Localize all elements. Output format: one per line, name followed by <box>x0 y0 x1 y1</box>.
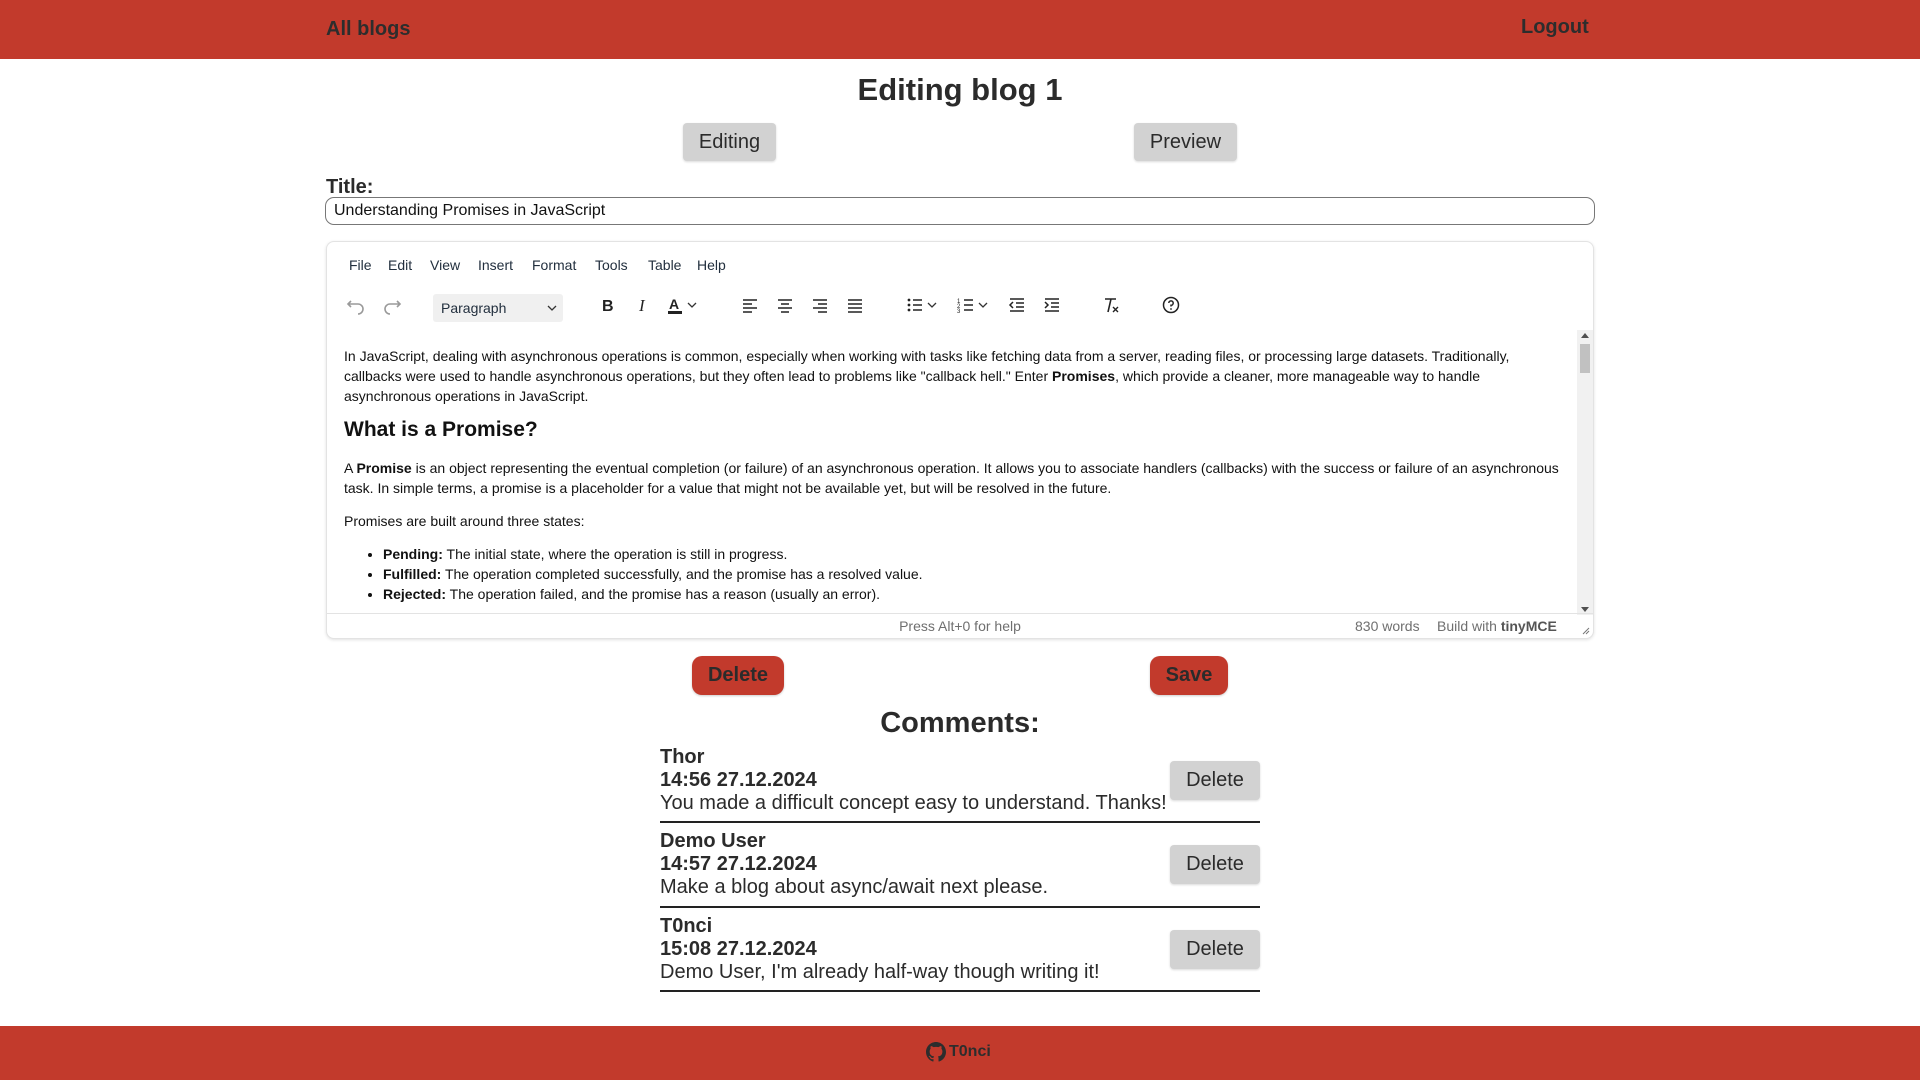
text-color-chevron-icon[interactable] <box>685 294 699 316</box>
svg-text:3: 3 <box>957 309 961 315</box>
comment-timestamp: 14:57 27.12.2024 <box>660 853 817 875</box>
undo-icon[interactable] <box>344 294 368 316</box>
title-input[interactable] <box>325 197 1595 225</box>
editor-scrollbar[interactable] <box>1577 330 1593 615</box>
menu-tools[interactable]: Tools <box>595 257 628 273</box>
github-username: T0nci <box>949 1043 991 1060</box>
comment-text: Make a blog about async/await next pleas… <box>660 876 1049 898</box>
numbered-list-chevron-icon[interactable] <box>976 294 990 316</box>
resize-grip-icon[interactable] <box>1580 625 1590 635</box>
word-count[interactable]: 830 words <box>1355 618 1420 634</box>
justify-icon[interactable] <box>843 294 867 316</box>
comment-timestamp: 15:08 27.12.2024 <box>660 938 817 960</box>
top-navbar: All blogs Logout <box>0 0 1920 59</box>
comment-item: Thor 14:56 27.12.2024 You made a difficu… <box>660 746 1260 823</box>
indent-icon[interactable] <box>1040 294 1064 316</box>
menu-format[interactable]: Format <box>532 257 576 273</box>
editing-mode-button[interactable]: Editing <box>683 123 776 161</box>
italic-icon[interactable]: I <box>630 294 654 316</box>
numbered-list-icon[interactable]: 123 <box>954 294 978 316</box>
all-blogs-link[interactable]: All blogs <box>326 18 410 41</box>
menu-file[interactable]: File <box>349 257 372 273</box>
outdent-icon[interactable] <box>1005 294 1029 316</box>
save-button[interactable]: Save <box>1150 656 1228 695</box>
states-list: Pending: The initial state, where the op… <box>383 544 1562 604</box>
tinymce-logo: tinyMCE <box>1500 618 1557 634</box>
menu-table[interactable]: Table <box>648 257 681 273</box>
comment-author: Thor <box>660 746 705 768</box>
bold-icon[interactable]: B <box>595 294 619 316</box>
editor-content[interactable]: In JavaScript, dealing with asynchronous… <box>327 330 1579 615</box>
align-left-icon[interactable] <box>738 294 762 316</box>
delete-comment-button[interactable]: Delete <box>1170 761 1260 800</box>
scroll-down-arrow-icon[interactable] <box>1581 607 1589 612</box>
svg-text:A: A <box>669 296 679 312</box>
comment-author: Demo User <box>660 830 766 852</box>
title-label: Title: <box>326 176 374 198</box>
content-paragraph: A Promise is an object representing the … <box>344 460 1559 496</box>
footer: T0nci <box>0 1026 1920 1080</box>
menu-help[interactable]: Help <box>697 257 726 273</box>
page-title: Editing blog 1 <box>857 72 1063 107</box>
preview-mode-button[interactable]: Preview <box>1134 123 1237 161</box>
list-item: Fulfilled: The operation completed succe… <box>383 564 1562 584</box>
scroll-up-arrow-icon[interactable] <box>1581 333 1589 338</box>
github-link[interactable]: T0nci <box>926 1042 991 1062</box>
content-heading: What is a Promise? <box>344 418 538 441</box>
redo-icon[interactable] <box>380 294 404 316</box>
chevron-down-icon <box>547 305 557 311</box>
content-paragraph: In JavaScript, dealing with asynchronous… <box>344 348 1510 404</box>
align-right-icon[interactable] <box>808 294 832 316</box>
help-icon[interactable] <box>1159 294 1183 316</box>
editor-menubar: File Edit View Insert Format Tools Table… <box>327 242 1593 284</box>
editor-statusbar: Press Alt+0 for help 830 words Build wit… <box>327 613 1593 638</box>
comment-item: Demo User 14:57 27.12.2024 Make a blog a… <box>660 830 1260 908</box>
svg-text:I: I <box>638 296 646 315</box>
list-item: Rejected: The operation failed, and the … <box>383 584 1562 604</box>
clear-format-icon[interactable] <box>1099 294 1123 316</box>
menu-view[interactable]: View <box>430 257 460 273</box>
comment-item: T0nci 15:08 27.12.2024 Demo User, I'm al… <box>660 915 1260 992</box>
comment-timestamp: 14:56 27.12.2024 <box>660 769 817 791</box>
github-icon <box>926 1042 946 1062</box>
delete-blog-button[interactable]: Delete <box>692 656 784 695</box>
bullet-list-icon[interactable] <box>903 294 927 316</box>
comment-text: You made a difficult concept easy to und… <box>660 792 1167 814</box>
menu-insert[interactable]: Insert <box>478 257 513 273</box>
svg-text:B: B <box>602 298 614 315</box>
scrollbar-thumb[interactable] <box>1580 344 1590 373</box>
text-color-icon[interactable]: A <box>663 294 687 316</box>
align-center-icon[interactable] <box>773 294 797 316</box>
logout-link[interactable]: Logout <box>1521 16 1589 39</box>
rich-text-editor: File Edit View Insert Format Tools Table… <box>326 241 1594 639</box>
comment-text: Demo User, I'm already half-way though w… <box>660 961 1100 983</box>
bullet-list-chevron-icon[interactable] <box>925 294 939 316</box>
tinymce-branding[interactable]: Build with tinyMCE <box>1437 618 1557 634</box>
block-format-value: Paragraph <box>441 300 507 316</box>
comment-author: T0nci <box>660 915 713 937</box>
comments-title: Comments: <box>880 707 1040 739</box>
delete-comment-button[interactable]: Delete <box>1170 930 1260 969</box>
block-format-select[interactable]: Paragraph <box>433 294 563 322</box>
content-paragraph: Promises are built around three states: <box>344 513 585 529</box>
list-item: Pending: The initial state, where the op… <box>383 544 1562 564</box>
delete-comment-button[interactable]: Delete <box>1170 845 1260 884</box>
menu-edit[interactable]: Edit <box>388 257 412 273</box>
